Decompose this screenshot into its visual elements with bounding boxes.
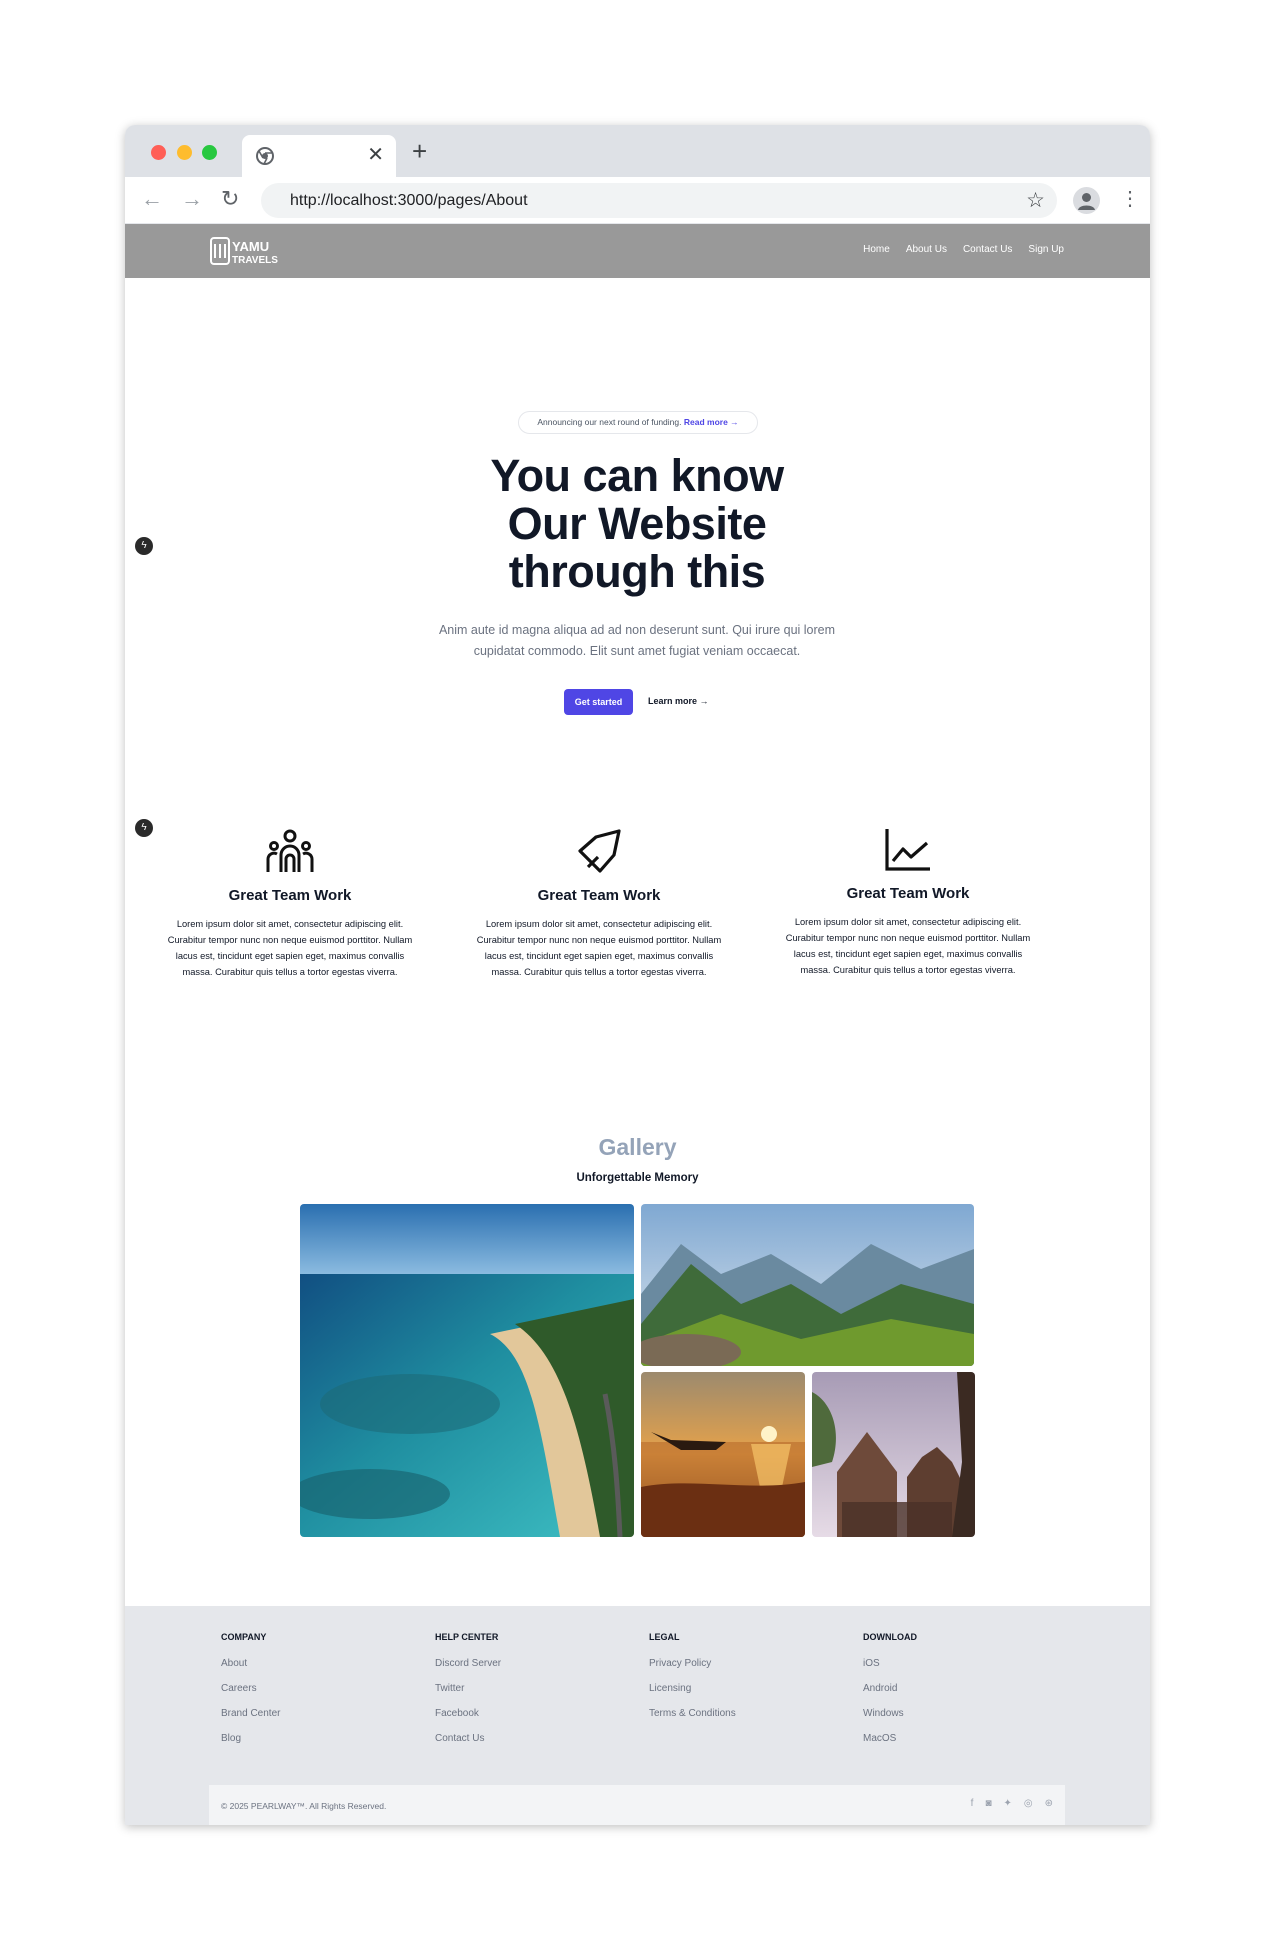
nav-link-signup[interactable]: Sign Up xyxy=(1028,244,1064,255)
social-links: f ◙ ✦ ◎ ⊛ xyxy=(971,1798,1053,1809)
svg-text:TRAVELS: TRAVELS xyxy=(232,255,278,266)
footer-link[interactable]: Facebook xyxy=(435,1708,501,1719)
chrome-icon xyxy=(256,147,274,165)
hero-title-line: through this xyxy=(508,546,766,597)
nav-links: Home About Us Contact Us Sign Up xyxy=(863,244,1064,255)
browser-tab[interactable]: ✕ xyxy=(242,135,396,177)
feature-text: Lorem ipsum dolor sit amet, consectetur … xyxy=(785,917,1031,975)
url-text[interactable]: http://localhost:3000/pages/About xyxy=(290,192,528,210)
learn-more-link[interactable]: Learn more → xyxy=(648,696,709,706)
hero-title-line: Our Website xyxy=(507,498,767,549)
address-bar[interactable]: http://localhost:3000/pages/About ☆ xyxy=(261,183,1057,218)
copyright-text: © 2025 PEARLWAY™. All Rights Reserved. xyxy=(221,1801,387,1811)
get-started-button[interactable]: Get started xyxy=(564,689,633,715)
gallery-image-mountains[interactable] xyxy=(641,1204,974,1366)
feature-card: Great Team Work Lorem ipsum dolor sit am… xyxy=(783,825,1033,978)
site-navbar: YAMU TRAVELS Home About Us Contact Us Si… xyxy=(125,224,1150,278)
footer-link[interactable]: Careers xyxy=(221,1683,280,1694)
footer-column-help-center: HELP CENTER Discord Server Twitter Faceb… xyxy=(435,1632,501,1758)
new-tab-button[interactable]: + xyxy=(412,137,427,165)
github-icon[interactable]: ◎ xyxy=(1024,1798,1033,1809)
footer-link[interactable]: Contact Us xyxy=(435,1733,501,1744)
nav-link-about[interactable]: About Us xyxy=(906,244,947,255)
browser-menu-icon[interactable]: ⋮ xyxy=(1120,186,1140,212)
minimize-window-button[interactable] xyxy=(177,145,192,160)
gallery-title: Gallery xyxy=(598,1134,677,1160)
site-footer: COMPANY About Careers Brand Center Blog … xyxy=(125,1606,1150,1825)
footer-link[interactable]: Windows xyxy=(863,1708,917,1719)
close-window-button[interactable] xyxy=(151,145,166,160)
footer-heading: LEGAL xyxy=(649,1632,680,1642)
hero-description: Anim aute id magna aliqua ad ad non dese… xyxy=(438,623,836,658)
bolt-icon[interactable]: ϟ xyxy=(135,537,153,555)
footer-link[interactable]: Android xyxy=(863,1683,917,1694)
profile-avatar-icon[interactable] xyxy=(1073,187,1100,214)
bolt-icon[interactable]: ϟ xyxy=(135,819,153,837)
gallery-image-beach[interactable] xyxy=(300,1204,634,1537)
browser-toolbar: ← → ↻ http://localhost:3000/pages/About … xyxy=(125,177,1150,224)
read-more-link[interactable]: Read more → xyxy=(684,417,739,427)
feature-text: Lorem ipsum dolor sit amet, consectetur … xyxy=(476,919,722,977)
rocket-icon xyxy=(578,829,621,873)
gallery-subtitle: Unforgettable Memory xyxy=(576,1172,699,1184)
footer-link[interactable]: Licensing xyxy=(649,1683,736,1694)
forward-arrow-icon[interactable]: → xyxy=(181,186,203,212)
hero-title: You can know Our Website through this xyxy=(387,452,887,596)
gallery-image-sunset-boat[interactable] xyxy=(641,1372,805,1537)
announcement-text: Announcing our next round of funding. xyxy=(537,417,682,427)
feature-card: Great Team Work Lorem ipsum dolor sit am… xyxy=(474,827,724,980)
footer-link[interactable]: Terms & Conditions xyxy=(649,1708,736,1719)
dribbble-icon[interactable]: ⊛ xyxy=(1045,1798,1053,1809)
facebook-icon[interactable]: f xyxy=(971,1798,974,1809)
yamu-travels-logo[interactable]: YAMU TRAVELS xyxy=(209,234,281,268)
feature-title: Great Team Work xyxy=(228,887,352,904)
twitter-icon[interactable]: ✦ xyxy=(1003,1798,1011,1809)
footer-link[interactable]: Twitter xyxy=(435,1683,501,1694)
gallery-image-temple[interactable] xyxy=(812,1372,975,1537)
footer-column-legal: LEGAL Privacy Policy Licensing Terms & C… xyxy=(649,1632,736,1733)
footer-link[interactable]: About xyxy=(221,1658,280,1669)
bookmark-star-icon[interactable]: ☆ xyxy=(1026,188,1045,213)
tab-close-icon[interactable]: ✕ xyxy=(367,144,384,166)
footer-link[interactable]: Brand Center xyxy=(221,1708,280,1719)
footer-link[interactable]: Privacy Policy xyxy=(649,1658,736,1669)
footer-column-company: COMPANY About Careers Brand Center Blog xyxy=(221,1632,280,1758)
announcement-pill: Announcing our next round of funding. Re… xyxy=(518,411,758,434)
hero-title-line: You can know xyxy=(490,450,784,501)
feature-title: Great Team Work xyxy=(537,887,661,904)
copyright-bar: © 2025 PEARLWAY™. All Rights Reserved. f… xyxy=(209,1785,1065,1825)
feature-title: Great Team Work xyxy=(846,885,970,902)
footer-link[interactable]: Discord Server xyxy=(435,1658,501,1669)
tab-strip: ✕ + xyxy=(125,125,1150,177)
footer-column-download: DOWNLOAD iOS Android Windows MacOS xyxy=(863,1632,917,1758)
footer-heading: DOWNLOAD xyxy=(863,1632,917,1642)
svg-text:YAMU: YAMU xyxy=(232,239,269,254)
maximize-window-button[interactable] xyxy=(202,145,217,160)
browser-window: ✕ + ← → ↻ http://localhost:3000/pages/Ab… xyxy=(125,125,1150,1825)
reload-icon[interactable]: ↻ xyxy=(221,186,239,212)
footer-link[interactable]: iOS xyxy=(863,1658,917,1669)
web-page: YAMU TRAVELS Home About Us Contact Us Si… xyxy=(125,224,1150,1825)
chart-line-icon xyxy=(885,829,930,871)
footer-heading: HELP CENTER xyxy=(435,1632,499,1642)
team-icon xyxy=(266,829,314,872)
discord-icon[interactable]: ◙ xyxy=(985,1798,991,1809)
feature-card: Great Team Work Lorem ipsum dolor sit am… xyxy=(165,827,415,980)
footer-link[interactable]: MacOS xyxy=(863,1733,917,1744)
footer-link[interactable]: Blog xyxy=(221,1733,280,1744)
feature-text: Lorem ipsum dolor sit amet, consectetur … xyxy=(167,919,413,977)
footer-heading: COMPANY xyxy=(221,1632,267,1642)
nav-link-home[interactable]: Home xyxy=(863,244,890,255)
back-arrow-icon[interactable]: ← xyxy=(141,186,163,212)
nav-link-contact[interactable]: Contact Us xyxy=(963,244,1012,255)
